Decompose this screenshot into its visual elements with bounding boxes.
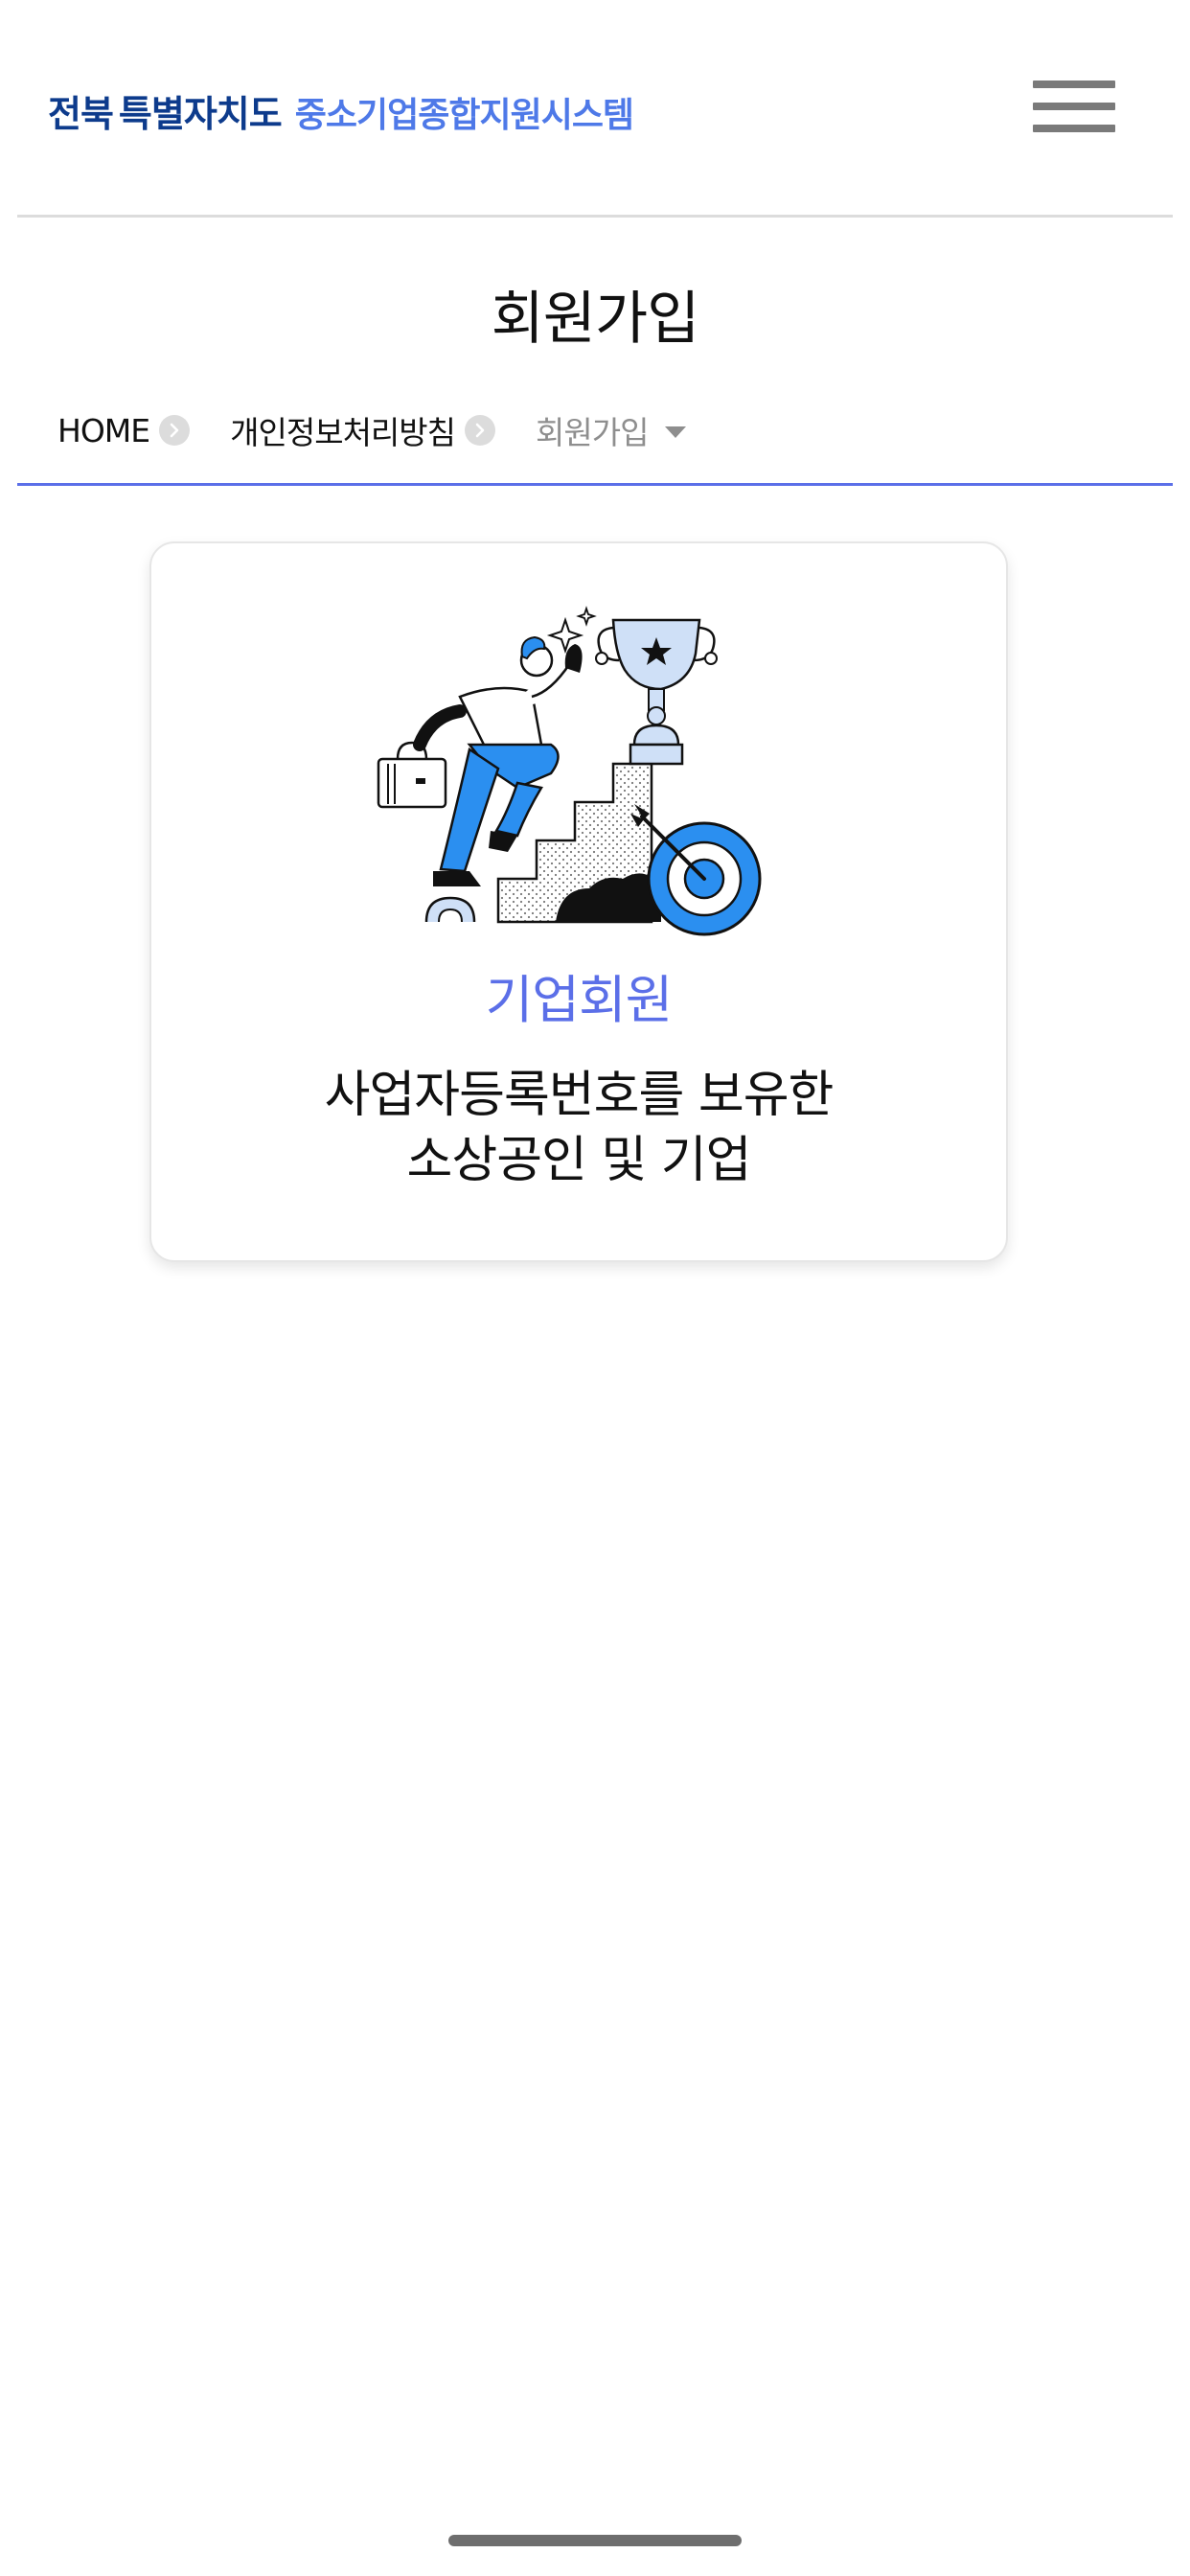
breadcrumb-home[interactable]: HOME [57,412,150,449]
logo-region-text: 전북 [48,93,114,135]
page-title: 회원가입 [491,286,700,353]
breadcrumb: HOME 개인정보처리방침 회원가입 [57,407,686,453]
breadcrumb-current-label: 회원가입 [536,414,649,451]
breadcrumb-current-signup[interactable]: 회원가입 [536,407,686,453]
menu-bar-bottom [1033,125,1115,132]
caret-down-icon [664,426,686,438]
breadcrumb-privacy-policy[interactable]: 개인정보처리방침 [230,407,456,453]
card-description-line-1: 사업자등록번호를 보유한 [324,1067,835,1124]
breadcrumb-divider [17,483,1173,486]
card-title: 기업회원 [485,970,674,1030]
business-climb-trophy-target-illustration [377,606,762,936]
home-indicator[interactable] [448,2535,742,2546]
chevron-right-icon [465,415,496,446]
card-description-line-2: 소상공인 및 기업 [406,1132,752,1189]
corporate-member-card[interactable]: 기업회원 사업자등록번호를 보유한 소상공인 및 기업 [149,541,1008,1262]
site-header: 전북 특별자치도 중소기업종합지원시스템 [17,0,1173,218]
card-description: 사업자등록번호를 보유한 소상공인 및 기업 [151,1063,1006,1193]
chevron-right-icon [159,415,191,446]
site-logo[interactable]: 전북 특별자치도 중소기업종합지원시스템 [48,84,634,137]
hamburger-menu-icon[interactable] [1033,75,1121,138]
logo-system-text: 중소기업종합지원시스템 [294,96,634,135]
menu-bar-middle [1033,103,1115,110]
logo-special-text: 특별자치도 [118,93,283,135]
menu-bar-top [1033,80,1115,88]
